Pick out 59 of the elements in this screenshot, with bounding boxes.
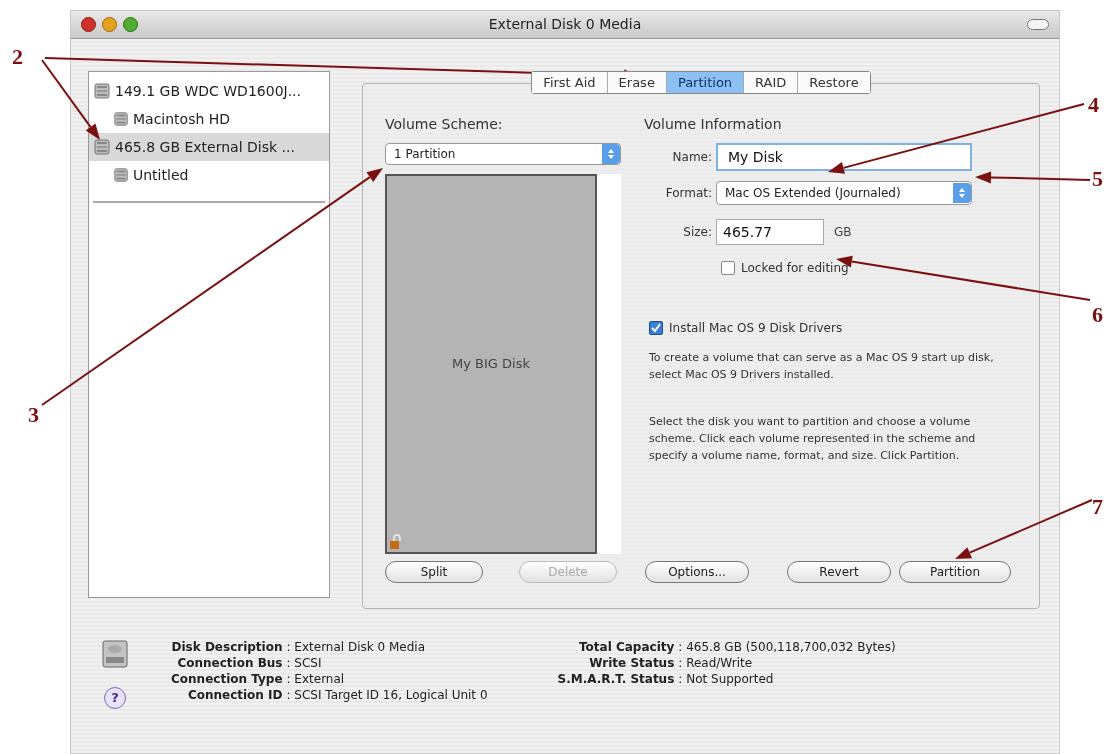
toolbar-toggle-button[interactable] <box>1027 19 1049 30</box>
info-label: Total Capacity <box>577 639 675 655</box>
name-label: Name: <box>671 149 713 166</box>
sidebar-item[interactable]: 465.8 GB External Disk ... <box>89 133 329 161</box>
tab[interactable]: Restore <box>797 72 870 93</box>
callout-number: 6 <box>1092 301 1103 329</box>
callout-number: 4 <box>1088 91 1099 119</box>
info-label: Disk Description <box>171 639 283 655</box>
lock-icon <box>389 534 403 550</box>
callout-number: 7 <box>1092 493 1103 521</box>
checkbox[interactable] <box>721 261 735 275</box>
popup-arrows-icon <box>602 144 620 164</box>
tab[interactable]: RAID <box>743 72 798 93</box>
info-label: Connection Type <box>171 671 283 687</box>
volume-scheme-popup[interactable]: 1 Partition <box>385 143 621 165</box>
drivers-note: To create a volume that can serve as a Mac OS 9 start up disk, select Mac OS 9 Drivers installed. <box>649 350 995 383</box>
name-field[interactable]: My Disk <box>716 143 972 171</box>
volume-label: My BIG Disk <box>452 355 530 374</box>
popup-arrows-icon <box>953 183 971 203</box>
info-value: : Not Supported <box>678 671 775 687</box>
close-button[interactable] <box>81 17 96 32</box>
push-button[interactable]: Revert <box>787 561 891 583</box>
info-value: : SCSI Target ID 16, Logical Unit 0 <box>286 687 488 703</box>
minimize-button[interactable] <box>102 17 117 32</box>
format-label: Format: <box>664 185 713 202</box>
window-title: External Disk 0 Media <box>488 15 642 34</box>
info-value: : 465.8 GB (500,118,700,032 Bytes) <box>678 639 896 655</box>
callout-number: 3 <box>28 401 39 429</box>
info-label: Connection ID <box>186 687 283 703</box>
tab[interactable]: First Aid <box>532 72 607 93</box>
info-label: Write Status <box>588 655 675 671</box>
install-drivers-label: Install Mac OS 9 Disk Drivers <box>669 320 843 337</box>
instructions: Select the disk you want to partition and choose a volume scheme. Click each volume represented in the scheme and specify a volume name, format, and size. Click Partition. <box>649 414 977 464</box>
size-field[interactable]: 465.77 <box>716 219 824 245</box>
help-button[interactable]: ? <box>104 687 126 709</box>
callout-number: 2 <box>12 43 23 71</box>
hard-drive-icon <box>101 639 129 669</box>
checkmark-icon <box>651 323 661 333</box>
info-value: : Read/Write <box>678 655 754 671</box>
info-value: : SCSI <box>286 655 323 671</box>
zoom-button[interactable] <box>123 17 138 32</box>
format-popup[interactable]: Mac OS Extended (Journaled) <box>716 181 972 205</box>
tab[interactable]: Partition <box>665 72 744 93</box>
locked-label: Locked for editing <box>741 260 849 277</box>
size-label: Size: <box>682 224 713 241</box>
volume-scheme-heading: Volume Scheme: <box>385 115 504 134</box>
push-button[interactable]: Split <box>385 561 483 583</box>
tab[interactable]: Erase <box>606 72 666 93</box>
callout-number: 5 <box>1092 165 1103 193</box>
info-label: Connection Bus <box>176 655 283 671</box>
volume-information-heading: Volume Information <box>644 115 783 134</box>
size-unit: GB <box>834 224 852 241</box>
push-button[interactable]: Options... <box>645 561 749 583</box>
push-button[interactable]: Partition <box>899 561 1011 583</box>
info-value: : External <box>286 671 346 687</box>
partition-map[interactable]: My BIG Disk <box>385 174 597 554</box>
info-value: : External Disk 0 Media <box>286 639 427 655</box>
checkbox[interactable] <box>649 321 663 335</box>
info-label: S.M.A.R.T. Status <box>557 671 675 687</box>
